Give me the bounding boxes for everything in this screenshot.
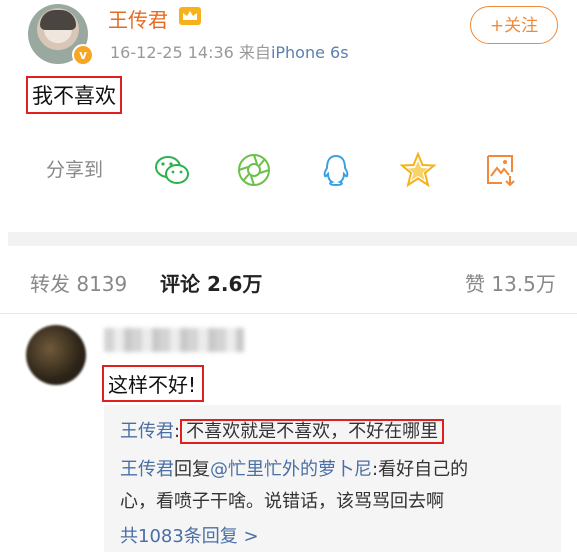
post-source-prefix: 来自 <box>238 43 271 62</box>
post-meta: 16-12-25 14:36 来自iPhone 6s <box>110 39 349 63</box>
more-replies-link[interactable]: 共1083条回复 > <box>120 522 259 548</box>
tab-like[interactable]: 赞 13.5万 <box>465 268 556 297</box>
crown-icon <box>179 7 201 25</box>
verified-badge-icon: v <box>72 44 94 66</box>
reply-item-continued: 心，看喷子干啥。说错话，该骂骂回去啊 <box>120 491 444 512</box>
tab-comment-count: 2.6万 <box>206 272 263 296</box>
tab-divider <box>0 313 577 314</box>
moments-icon[interactable] <box>234 150 274 190</box>
tab-comment-label: 评论 <box>160 272 200 296</box>
tab-repost-count: 8139 <box>76 272 128 296</box>
reply-text: :看好自己的 <box>372 459 469 480</box>
tab-comment[interactable]: 评论 2.6万 <box>160 268 262 297</box>
tab-like-count: 13.5万 <box>491 272 556 296</box>
tab-repost[interactable]: 转发 8139 <box>30 268 127 297</box>
reply-mention[interactable]: @忙里忙外的萝卜尼 <box>210 459 372 480</box>
post-text: 我不喜欢 <box>26 76 122 114</box>
reply-author[interactable]: 王传君 <box>120 459 174 480</box>
post-source[interactable]: iPhone 6s <box>271 43 349 62</box>
reply-item: 王传君: 不喜欢就是不喜欢，不好在哪里 <box>120 417 445 444</box>
tab-repost-label: 转发 <box>30 272 70 296</box>
reply-item: 王传君回复@忙里忙外的萝卜尼:看好自己的 <box>120 455 468 481</box>
commenter-avatar[interactable] <box>26 325 86 385</box>
follow-button[interactable]: +关注 <box>470 6 558 44</box>
commenter-name-blurred <box>104 328 244 352</box>
wechat-icon[interactable] <box>152 150 192 190</box>
comment-text: 这样不好! <box>102 365 205 402</box>
reply-text: 不喜欢就是不喜欢，不好在哪里 <box>180 419 445 444</box>
section-divider <box>8 232 577 246</box>
post-username[interactable]: 王传君 <box>108 4 168 33</box>
reply-author[interactable]: 王传君 <box>120 421 174 442</box>
qq-icon[interactable] <box>316 150 356 190</box>
tab-like-label: 赞 <box>465 272 485 296</box>
reply-action: 回复 <box>174 459 210 480</box>
favorite-star-icon[interactable] <box>398 150 438 190</box>
save-image-icon[interactable] <box>480 150 520 190</box>
share-label: 分享到 <box>46 159 104 181</box>
post-timestamp: 16-12-25 14:36 <box>110 43 234 62</box>
